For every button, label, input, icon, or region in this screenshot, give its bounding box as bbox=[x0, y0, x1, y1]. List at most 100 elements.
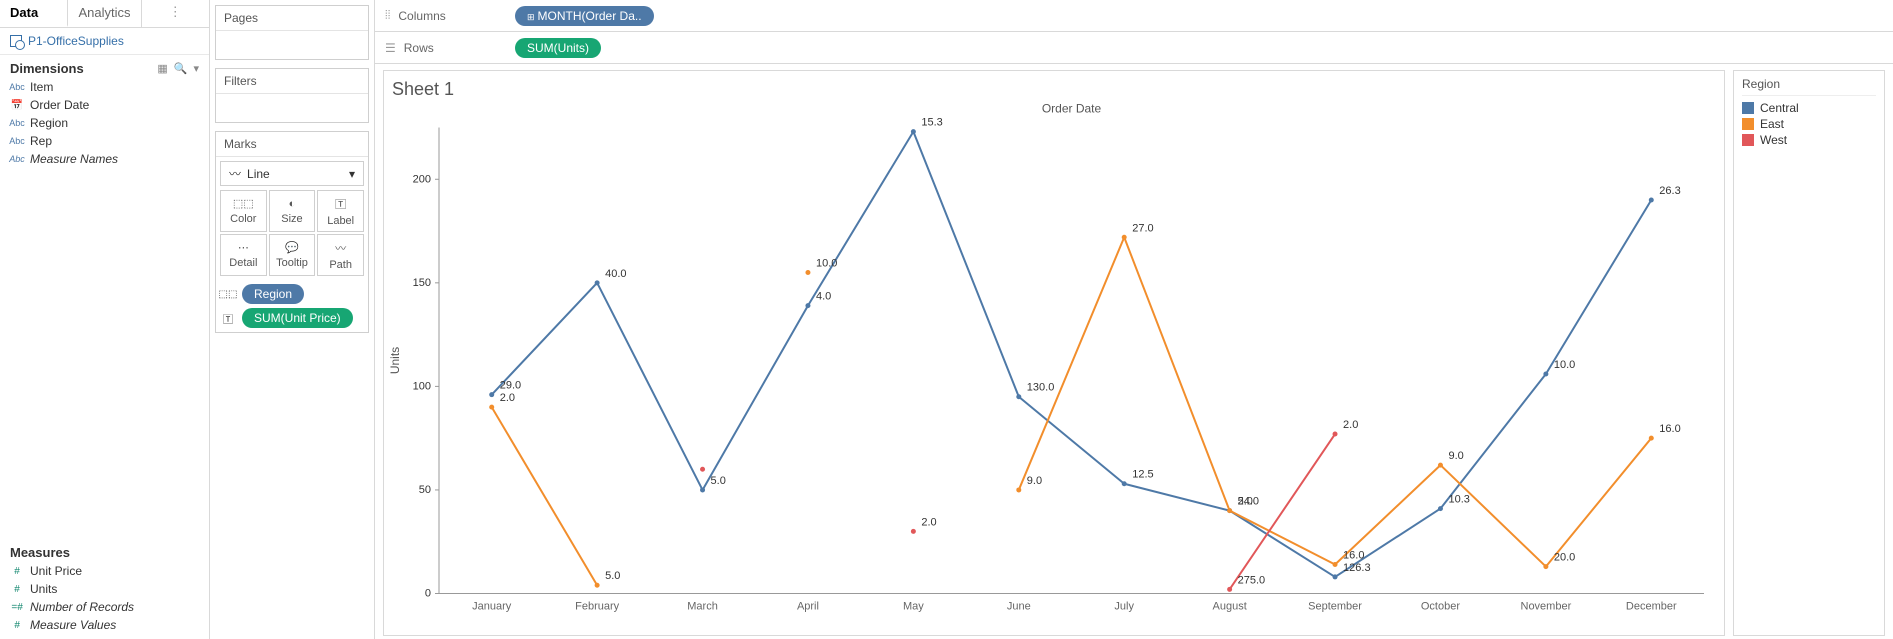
legend-item-west[interactable]: West bbox=[1742, 132, 1876, 148]
svg-text:200: 200 bbox=[413, 173, 431, 185]
tab-menu-icon[interactable]: ⋮ bbox=[142, 0, 209, 27]
svg-text:16.0: 16.0 bbox=[1343, 550, 1364, 562]
sheet-title[interactable]: Sheet 1 bbox=[392, 79, 454, 100]
text-type-icon: Abc bbox=[10, 134, 24, 148]
svg-text:November: November bbox=[1521, 601, 1572, 613]
svg-text:100: 100 bbox=[413, 380, 431, 392]
svg-text:5.0: 5.0 bbox=[711, 475, 726, 487]
legend-label: West bbox=[1760, 133, 1787, 147]
svg-text:Units: Units bbox=[388, 347, 402, 374]
svg-text:40.0: 40.0 bbox=[605, 268, 626, 280]
svg-text:20.0: 20.0 bbox=[1554, 552, 1575, 564]
marks-size-button[interactable]: ◐Size bbox=[269, 190, 316, 232]
data-analytics-tabs: Data Analytics ⋮ bbox=[0, 0, 209, 28]
field-label: Measure Values bbox=[30, 618, 116, 632]
svg-text:2.0: 2.0 bbox=[921, 516, 936, 528]
marks-tooltip-button[interactable]: 💬Tooltip bbox=[269, 234, 316, 276]
marks-pill-sum-unitprice[interactable]: SUM(Unit Price) bbox=[242, 308, 353, 328]
tooltip-icon: 💬 bbox=[285, 241, 299, 254]
svg-text:130.0: 130.0 bbox=[1027, 382, 1055, 394]
field-number-of-records[interactable]: =#Number of Records bbox=[10, 598, 199, 616]
middle-pane: Pages Filters Marks 〰 Line ▾ ⬚⬚Color ◐Si… bbox=[210, 0, 375, 639]
svg-text:10.0: 10.0 bbox=[1554, 359, 1575, 371]
search-icon[interactable]: 🔍 bbox=[174, 62, 188, 75]
datasource-item[interactable]: P1-OfficeSupplies bbox=[0, 28, 209, 55]
datasource-label: P1-OfficeSupplies bbox=[28, 34, 124, 48]
filters-shelf[interactable]: Filters bbox=[215, 68, 369, 123]
number-type-icon: # bbox=[10, 618, 24, 632]
svg-text:0: 0 bbox=[425, 588, 431, 600]
field-rep[interactable]: AbcRep bbox=[10, 132, 199, 150]
svg-text:12.5: 12.5 bbox=[1132, 469, 1153, 481]
svg-text:50: 50 bbox=[419, 484, 431, 496]
tab-data[interactable]: Data bbox=[0, 0, 68, 27]
svg-text:150: 150 bbox=[413, 277, 431, 289]
legend-item-central[interactable]: Central bbox=[1742, 100, 1876, 116]
field-label: Item bbox=[30, 80, 53, 94]
svg-text:10.0: 10.0 bbox=[816, 257, 837, 269]
mark-type-dropdown[interactable]: 〰 Line ▾ bbox=[220, 161, 364, 186]
svg-text:26.3: 26.3 bbox=[1659, 185, 1680, 197]
marks-detail-button[interactable]: ⋯Detail bbox=[220, 234, 267, 276]
text-type-icon: Abc bbox=[10, 80, 24, 94]
chevron-down-icon[interactable]: ▾ bbox=[193, 62, 199, 75]
legend-item-east[interactable]: East bbox=[1742, 116, 1876, 132]
data-pane: Data Analytics ⋮ P1-OfficeSupplies Dimen… bbox=[0, 0, 210, 639]
field-unit-price[interactable]: # Unit Price bbox=[10, 562, 199, 580]
tab-analytics[interactable]: Analytics bbox=[68, 0, 141, 27]
rows-pill-sum-units[interactable]: SUM(Units) bbox=[515, 38, 601, 58]
datasource-icon bbox=[10, 35, 22, 47]
swatch-icon bbox=[1742, 102, 1754, 114]
chart: Order DateUnits050100150200JanuaryFebrua… bbox=[384, 71, 1724, 635]
field-region[interactable]: AbcRegion bbox=[10, 114, 199, 132]
field-order-date[interactable]: 📅Order Date bbox=[10, 96, 199, 114]
svg-text:2.0: 2.0 bbox=[500, 392, 515, 404]
svg-text:5.0: 5.0 bbox=[1238, 496, 1253, 508]
svg-text:June: June bbox=[1007, 601, 1031, 613]
measures-title: Measures bbox=[10, 545, 70, 560]
dimensions-header: Dimensions ▦ 🔍 ▾ bbox=[0, 55, 209, 78]
path-icon: 〰 bbox=[335, 240, 346, 256]
field-label: Order Date bbox=[30, 98, 89, 112]
field-label: Number of Records bbox=[30, 600, 134, 614]
columns-label: Columns bbox=[398, 9, 445, 23]
measures-list: # Unit Price # Units =#Number of Records # Mea… bbox=[0, 562, 209, 639]
number-type-icon: # bbox=[10, 564, 24, 578]
field-label: Unit Price bbox=[30, 564, 82, 578]
rows-shelf[interactable]: ☰ Rows SUM(Units) bbox=[375, 32, 1893, 64]
rows-icon: ☰ bbox=[385, 41, 396, 55]
svg-text:9.0: 9.0 bbox=[1448, 450, 1463, 462]
pages-shelf[interactable]: Pages bbox=[215, 5, 369, 60]
view-mode-icon[interactable]: ▦ bbox=[157, 62, 167, 75]
field-measure-values[interactable]: # Measure Values bbox=[10, 616, 199, 634]
field-measure-names[interactable]: AbcMeasure Names bbox=[10, 150, 199, 168]
svg-text:January: January bbox=[472, 601, 512, 613]
marks-label-button[interactable]: 🅃Label bbox=[317, 190, 364, 232]
rows-label: Rows bbox=[404, 41, 434, 55]
marks-card: Marks 〰 Line ▾ ⬚⬚Color ◐Size 🅃Label ⋯Det… bbox=[215, 131, 369, 333]
svg-text:May: May bbox=[903, 601, 924, 613]
detail-icon: ⋯ bbox=[238, 241, 249, 254]
field-units[interactable]: # Units bbox=[10, 580, 199, 598]
svg-text:275.0: 275.0 bbox=[1238, 574, 1266, 586]
field-label: Units bbox=[30, 582, 57, 596]
svg-text:27.0: 27.0 bbox=[1132, 222, 1153, 234]
svg-text:December: December bbox=[1626, 601, 1677, 613]
marks-path-button[interactable]: 〰Path bbox=[317, 234, 364, 276]
label-icon: 🅃 bbox=[220, 311, 236, 325]
dimensions-list: Abc Item 📅Order DateAbcRegionAbcRepAbcMeas… bbox=[0, 78, 209, 176]
marks-color-button[interactable]: ⬚⬚Color bbox=[220, 190, 267, 232]
columns-pill-month-orderdate[interactable]: ⊞MONTH(Order Da.. bbox=[515, 6, 654, 26]
field-item[interactable]: Abc Item bbox=[10, 78, 199, 96]
color-icon: ⬚⬚ bbox=[233, 197, 254, 210]
svg-text:15.3: 15.3 bbox=[921, 117, 942, 129]
columns-shelf[interactable]: ⦙⦙ Columns ⊞MONTH(Order Da.. bbox=[375, 0, 1893, 32]
svg-text:126.3: 126.3 bbox=[1343, 562, 1371, 574]
svg-text:February: February bbox=[575, 601, 620, 613]
svg-text:2.0: 2.0 bbox=[1343, 419, 1358, 431]
swatch-icon bbox=[1742, 118, 1754, 130]
svg-text:4.0: 4.0 bbox=[816, 291, 831, 303]
marks-pill-region[interactable]: Region bbox=[242, 284, 304, 304]
number-type-icon: # bbox=[10, 582, 24, 596]
legend-title: Region bbox=[1742, 75, 1876, 96]
